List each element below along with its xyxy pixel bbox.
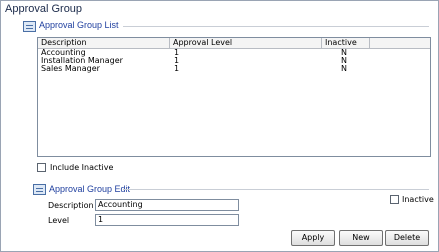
include-inactive-label: Include Inactive — [50, 163, 114, 172]
cell-inactive: N — [341, 64, 347, 73]
section-divider — [123, 189, 429, 190]
list-section-title: Approval Group List — [39, 20, 119, 30]
cell-approval-level: 1 — [174, 64, 180, 73]
cell-description: Sales Manager — [41, 64, 100, 73]
inactive-checkbox[interactable] — [390, 195, 399, 204]
approval-group-list[interactable]: Description Approval Level Inactive Acco… — [37, 37, 431, 157]
level-label: Level — [48, 216, 70, 225]
list-header: Description Approval Level Inactive — [38, 38, 430, 49]
inactive-label: Inactive — [402, 195, 434, 204]
level-input[interactable]: 1 — [95, 214, 239, 226]
page-title: Approval Group — [5, 3, 83, 15]
column-header-description[interactable]: Description — [38, 38, 170, 48]
description-label: Description — [48, 201, 94, 210]
list-icon — [23, 21, 36, 32]
table-row[interactable]: Sales Manager 1 N — [38, 65, 430, 73]
delete-button[interactable]: Delete — [385, 230, 429, 246]
approval-group-panel: Approval Group Approval Group List Descr… — [0, 0, 439, 252]
column-header-approval-level[interactable]: Approval Level — [170, 38, 322, 48]
section-divider — [123, 26, 429, 27]
edit-icon — [33, 184, 46, 195]
edit-section-title: Approval Group Edit — [49, 184, 131, 194]
column-header-inactive[interactable]: Inactive — [322, 38, 370, 48]
new-button[interactable]: New — [339, 230, 383, 246]
description-input[interactable]: Accounting — [95, 199, 239, 211]
apply-button[interactable]: Apply — [291, 230, 335, 246]
include-inactive-checkbox[interactable] — [37, 163, 46, 172]
